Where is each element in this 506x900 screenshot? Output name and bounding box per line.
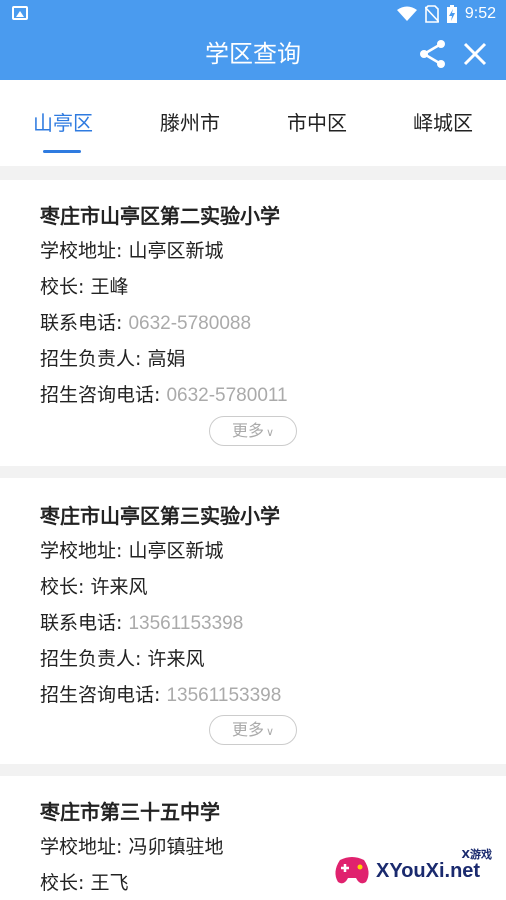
- address-label: 学校地址:: [40, 240, 123, 262]
- watermark: X游戏 XYouXi.net: [328, 846, 498, 892]
- close-icon[interactable]: [460, 39, 490, 69]
- more-label: 更多: [231, 421, 264, 440]
- gamepad-logo-icon: [335, 857, 369, 884]
- school-principal: 校长: 王峰: [40, 272, 128, 299]
- school-consult-phone: 招生咨询电话: 13561153398: [40, 680, 281, 707]
- share-icon[interactable]: [418, 38, 448, 70]
- school-principal: 校长: 许来风: [40, 572, 147, 599]
- phone-value[interactable]: 13561153398: [128, 613, 243, 634]
- address-value: 山亭区新城: [128, 540, 224, 562]
- phone-value[interactable]: 0632-5780088: [128, 313, 251, 334]
- principal-label: 校长:: [40, 276, 85, 298]
- watermark-text: XYouXi.net: [376, 860, 481, 882]
- school-phone: 联系电话: 13561153398: [40, 608, 243, 635]
- admission-label: 招生负责人:: [40, 648, 142, 670]
- school-consult-phone: 招生咨询电话: 0632-5780011: [40, 380, 288, 407]
- active-tab-indicator: [43, 150, 81, 153]
- no-sim-icon: [424, 5, 439, 23]
- status-time: 9:52: [464, 5, 496, 22]
- address-value: 山亭区新城: [128, 240, 224, 262]
- chevron-down-icon: ∨: [265, 725, 275, 738]
- more-label: 更多: [231, 720, 264, 739]
- school-admission-person: 招生负责人: 高娟: [40, 344, 185, 371]
- school-card: 枣庄市山亭区第二实验小学 学校地址: 山亭区新城 校长: 王峰 联系电话: 06…: [0, 180, 506, 466]
- school-phone: 联系电话: 0632-5780088: [40, 308, 251, 335]
- school-name: 枣庄市山亭区第二实验小学: [40, 204, 280, 228]
- admission-value: 许来风: [147, 648, 205, 670]
- consult-value[interactable]: 0632-5780011: [166, 385, 287, 406]
- principal-value: 许来风: [90, 576, 148, 598]
- principal-label: 校长:: [40, 576, 85, 598]
- school-card: 枣庄市山亭区第三实验小学 学校地址: 山亭区新城 校长: 许来风 联系电话: 1…: [0, 478, 506, 764]
- school-principal: 校长: 王飞: [40, 868, 128, 895]
- battery-charging-icon: [446, 5, 457, 23]
- gallery-notification-icon: [12, 6, 28, 20]
- status-icons: 9:52: [396, 4, 496, 24]
- phone-label: 联系电话:: [40, 312, 123, 334]
- address-label: 学校地址:: [40, 836, 123, 858]
- school-admission-person: 招生负责人: 许来风: [40, 644, 204, 671]
- school-address: 学校地址: 山亭区新城: [40, 236, 223, 263]
- admission-label: 招生负责人:: [40, 348, 142, 370]
- more-button[interactable]: 更多 ∨: [209, 416, 297, 446]
- tab-tengzhou[interactable]: 滕州市: [155, 80, 225, 166]
- consult-value[interactable]: 13561153398: [166, 685, 281, 706]
- wifi-icon: [396, 6, 417, 21]
- tab-shizhong[interactable]: 市中区: [282, 80, 352, 166]
- school-address: 学校地址: 冯卯镇驻地: [40, 832, 223, 859]
- phone-label: 联系电话:: [40, 612, 123, 634]
- principal-value: 王峰: [90, 276, 129, 298]
- school-address: 学校地址: 山亭区新城: [40, 536, 223, 563]
- address-value: 冯卯镇驻地: [128, 836, 224, 858]
- consult-label: 招生咨询电话:: [40, 684, 161, 706]
- app-bar: 学区查询: [0, 28, 506, 80]
- tab-yicheng[interactable]: 峄城区: [408, 80, 478, 166]
- school-name: 枣庄市第三十五中学: [40, 800, 220, 824]
- principal-label: 校长:: [40, 872, 85, 894]
- consult-label: 招生咨询电话:: [40, 384, 161, 406]
- school-name: 枣庄市山亭区第三实验小学: [40, 504, 280, 528]
- chevron-down-icon: ∨: [265, 426, 275, 439]
- district-tabs: 山亭区 滕州市 市中区 峄城区: [0, 80, 506, 166]
- principal-value: 王飞: [90, 872, 129, 894]
- more-button[interactable]: 更多 ∨: [209, 715, 297, 745]
- address-label: 学校地址:: [40, 540, 123, 562]
- admission-value: 高娟: [147, 348, 186, 370]
- tab-shanting[interactable]: 山亭区: [28, 80, 98, 166]
- status-bar: 9:52: [0, 0, 506, 28]
